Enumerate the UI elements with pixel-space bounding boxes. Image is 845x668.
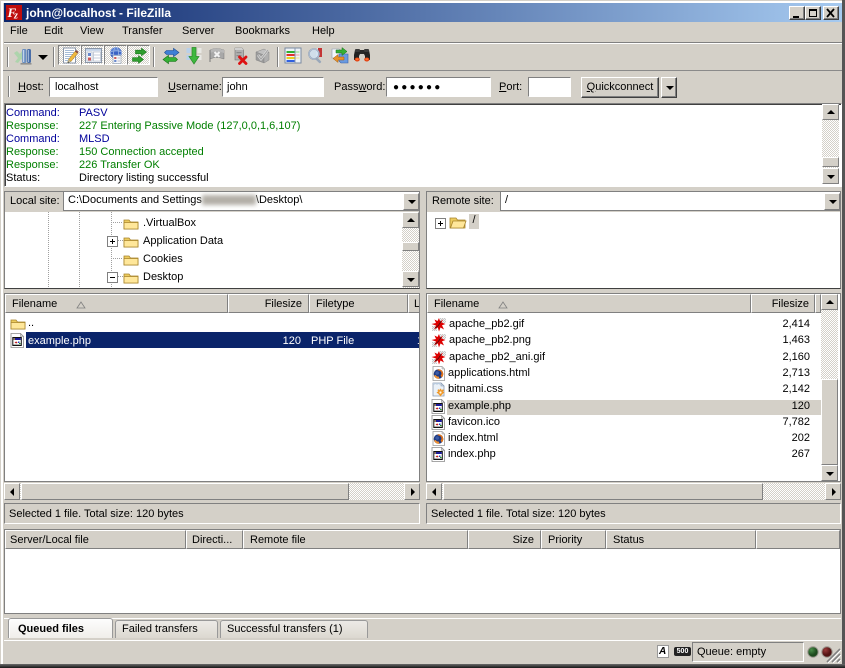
svg-text:z: z [13,11,18,21]
